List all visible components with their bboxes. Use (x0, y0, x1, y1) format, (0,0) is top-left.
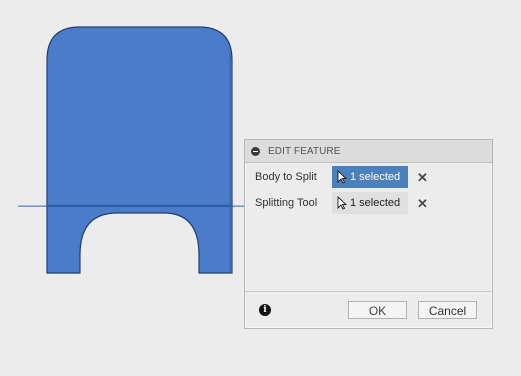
dialog-header: EDIT FEATURE (245, 140, 492, 163)
collapse-icon[interactable] (251, 146, 260, 156)
splitting-tool-label: Splitting Tool (255, 197, 318, 209)
splitting-tool-value: 1 selected (350, 197, 401, 209)
cursor-arrow-icon (337, 170, 347, 184)
edit-feature-dialog: EDIT FEATURE Body to Split 1 selected ✕ … (244, 139, 493, 329)
close-icon[interactable]: ✕ (417, 171, 428, 184)
ok-button[interactable]: OK (348, 301, 407, 319)
cursor-arrow-icon (337, 196, 347, 210)
dialog-title: EDIT FEATURE (268, 145, 341, 157)
info-icon[interactable]: i (259, 304, 271, 316)
body-to-split[interactable] (46, 26, 233, 274)
split-plane-overlay (47, 204, 232, 207)
row-body-to-split: Body to Split 1 selected ✕ (255, 166, 428, 188)
splitting-tool-selector[interactable]: 1 selected (332, 192, 408, 214)
body-to-split-value: 1 selected (350, 171, 401, 183)
row-splitting-tool: Splitting Tool 1 selected ✕ (255, 192, 428, 214)
cancel-button[interactable]: Cancel (418, 301, 477, 319)
dialog-footer: i OK Cancel (245, 291, 492, 328)
body-to-split-selector[interactable]: 1 selected (332, 166, 408, 188)
body-edge-shade (229, 48, 232, 273)
close-icon[interactable]: ✕ (417, 197, 428, 210)
body-to-split-label: Body to Split (255, 171, 317, 183)
